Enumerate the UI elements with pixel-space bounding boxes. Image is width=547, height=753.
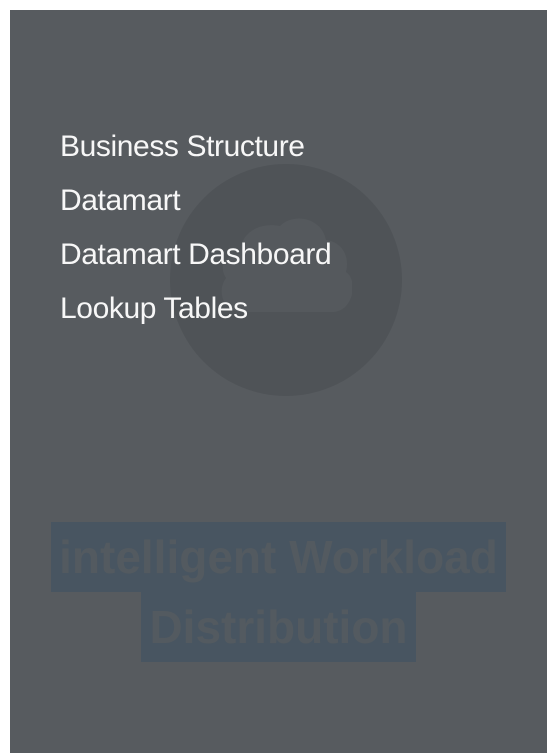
tagline-row-2: Distribution bbox=[10, 592, 547, 662]
menu-link-business-structure[interactable]: Business Structure bbox=[60, 132, 305, 162]
tagline-row-1: intelligent Workload bbox=[10, 522, 547, 592]
menu-item-datamart-dashboard: Datamart Dashboard bbox=[60, 228, 332, 282]
nav-menu: Business Structure Datamart Datamart Das… bbox=[60, 120, 332, 336]
page: Business Structure Datamart Datamart Das… bbox=[0, 0, 547, 753]
menu-panel: Business Structure Datamart Datamart Das… bbox=[10, 10, 547, 753]
menu-link-lookup-tables[interactable]: Lookup Tables bbox=[60, 294, 248, 324]
menu-item-lookup-tables: Lookup Tables bbox=[60, 282, 331, 336]
tagline: intelligent Workload Distribution bbox=[10, 522, 547, 662]
menu-item-business-structure: Business Structure bbox=[60, 120, 331, 174]
menu-link-datamart[interactable]: Datamart bbox=[60, 186, 181, 216]
tagline-line-1: intelligent Workload bbox=[51, 522, 506, 592]
menu-link-datamart-dashboard[interactable]: Datamart Dashboard bbox=[60, 240, 332, 270]
tagline-line-2: Distribution bbox=[141, 592, 416, 662]
menu-item-datamart: Datamart bbox=[60, 174, 331, 228]
